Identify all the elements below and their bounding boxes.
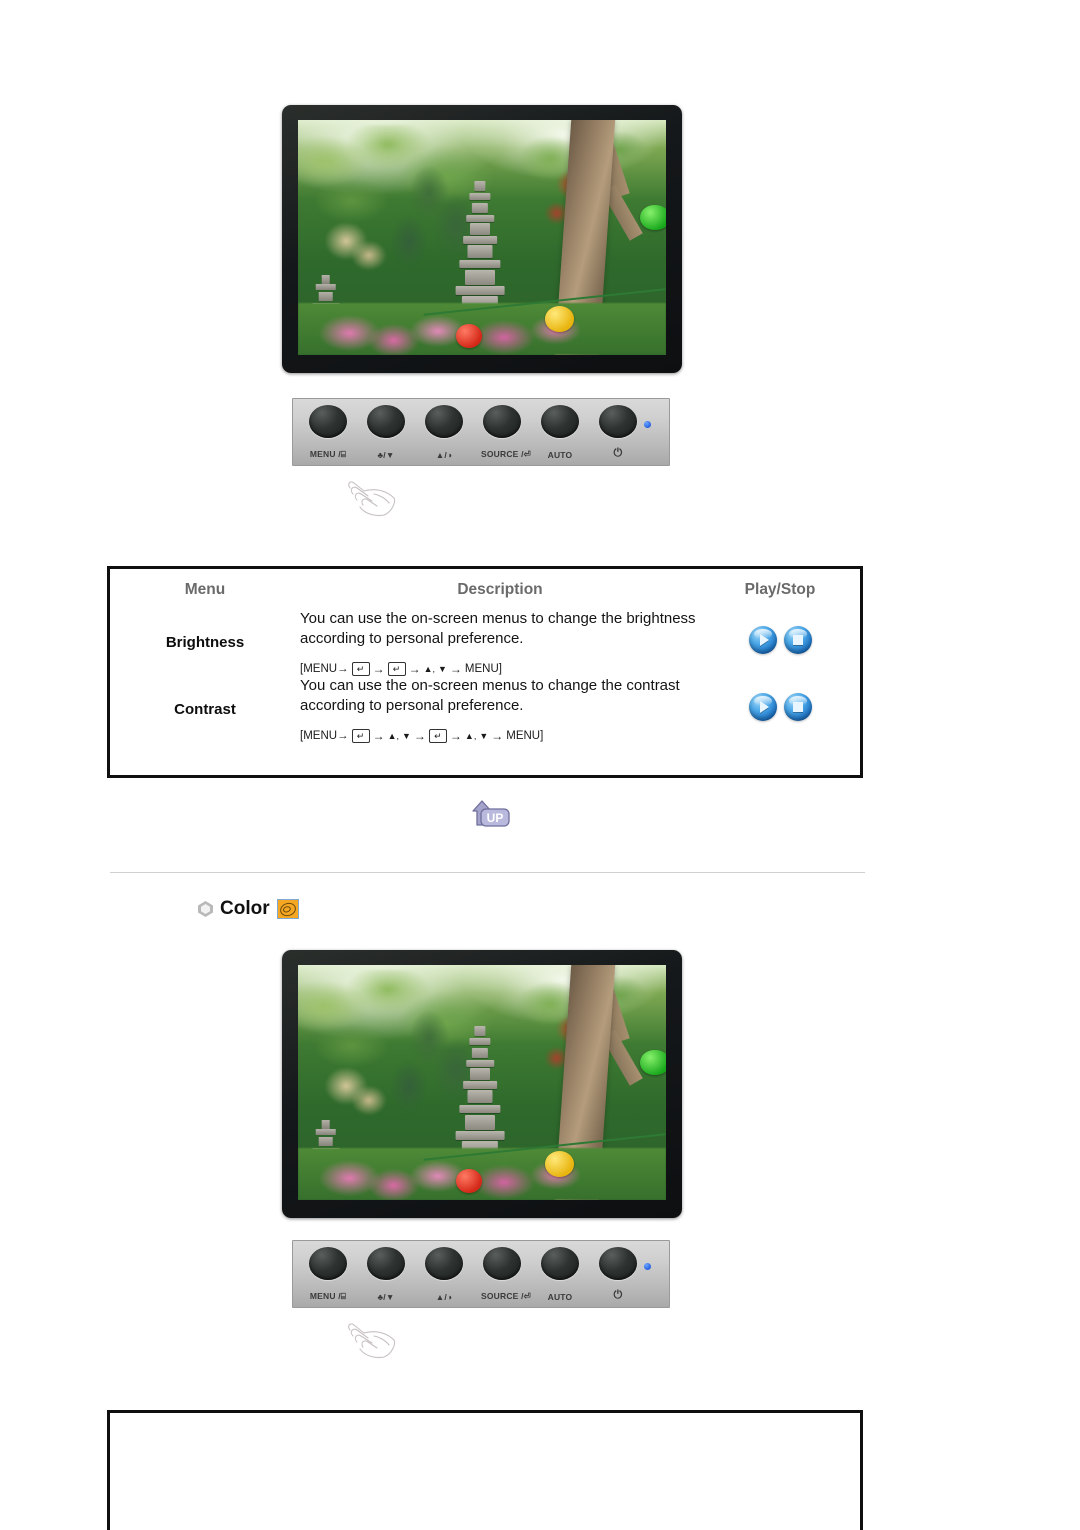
lantern-green-icon [640,1049,666,1076]
arrow-icon: → [372,729,385,743]
lantern-green-icon [640,204,666,231]
panel-button-source[interactable] [483,405,521,438]
enter-key-icon: ↵ [387,662,406,676]
down-triangle-icon: ▼ [401,731,411,741]
lantern-yellow-icon [544,1150,574,1177]
down-triangle-icon: ▼ [479,731,489,741]
monitor-screen [298,965,666,1200]
hand-pointer-icon [344,472,400,518]
table-row: Brightness You can use the on-screen men… [110,609,860,676]
next-section-table-stub [107,1410,863,1530]
column-header-play-stop: Play/Stop [744,581,816,598]
panel-button-menu[interactable] [309,405,347,438]
panel-button-auto[interactable] [541,1247,579,1280]
panel-label-power: ⏻ [613,447,623,459]
power-led-indicator [644,421,651,428]
panel-button-auto[interactable] [541,405,579,438]
arrow-icon: → [408,662,421,676]
enter-key-icon: ↵ [351,662,370,676]
panel-label-power: ⏻ [613,1289,623,1301]
monitor-illustration-top [282,105,682,373]
panel-button-down[interactable] [367,1247,405,1280]
panel-button-up[interactable] [425,405,463,438]
description-text: You can use the on-screen menus to chang… [300,677,680,714]
key-sequence-brightness: [MENU→ ↵ → ↵ → ▲, ▼ → MENU] [300,662,700,676]
row-media-brightness [700,609,860,676]
lantern-red-icon [456,1169,482,1193]
arrow-icon: → [449,729,462,743]
back-to-top-up-button[interactable]: UP [455,797,513,831]
monitor-screen [298,120,666,355]
down-triangle-icon: ▼ [437,664,447,674]
power-led-indicator [644,1263,651,1270]
play-button[interactable] [748,626,777,654]
enter-key-icon: ↵ [428,729,447,743]
arrow-icon: → [372,662,385,676]
table-header-row: Menu Description Play/Stop [110,569,860,609]
monitor-illustration-bottom [282,950,682,1218]
key-open: [MENU→ [300,663,349,675]
arrow-icon: → [449,662,462,676]
page-title: Color [220,898,270,919]
garden-scene-image [298,965,666,1200]
arrow-icon: → [491,729,504,743]
panel-button-menu[interactable] [309,1247,347,1280]
up-button-label: UP [487,811,504,825]
row-description-brightness: You can use the on-screen menus to chang… [300,609,700,676]
description-text: You can use the on-screen menus to chang… [300,610,696,647]
enter-key-icon: ↵ [351,729,370,743]
monitor-bezel [282,950,682,1218]
stop-button[interactable] [783,693,812,721]
up-triangle-icon: ▲, [387,731,399,741]
key-close: MENU] [464,663,502,675]
row-description-contrast: You can use the on-screen menus to chang… [300,676,700,743]
row-label-contrast: Contrast [174,701,236,718]
monitor-control-panel-top: MENU /⌸ ♣/▼ ▲/◑ SOURCE /⏎ AUTO ⏻ [292,398,670,466]
panel-button-power[interactable] [599,405,637,438]
table-row: Contrast You can use the on-screen menus… [110,676,860,743]
brightness-contrast-table: Menu Description Play/Stop Brightness Yo… [107,566,863,778]
lantern-red-icon [456,324,482,348]
section-divider [110,872,865,873]
play-button[interactable] [748,693,777,721]
key-open: [MENU→ [300,730,349,742]
row-media-contrast [700,676,860,743]
column-header-menu: Menu [184,581,226,598]
hand-pointer-icon [344,1314,400,1360]
monitor-control-panel-bottom: MENU /⌸ ♣/▼ ▲/◑ SOURCE /⏎ AUTO ⏻ [292,1240,670,1308]
stop-button[interactable] [783,626,812,654]
up-triangle-icon: ▲, [423,664,435,674]
key-sequence-contrast: [MENU→ ↵ → ▲, ▼ → ↵ → ▲, ▼ → MENU] [300,729,700,743]
panel-button-power[interactable] [599,1247,637,1280]
garden-scene-image [298,120,666,355]
up-triangle-icon: ▲, [464,731,477,741]
key-close: MENU] [506,730,544,742]
bullet-hexagon-icon [198,901,213,917]
color-section-heading: Color [198,898,299,920]
arrow-icon: → [413,729,426,743]
lantern-yellow-icon [544,305,574,332]
color-palette-icon [276,899,299,919]
panel-button-up[interactable] [425,1247,463,1280]
row-label-brightness: Brightness [165,634,245,651]
panel-button-down[interactable] [367,405,405,438]
column-header-description: Description [457,581,543,598]
panel-button-source[interactable] [483,1247,521,1280]
monitor-bezel [282,105,682,373]
